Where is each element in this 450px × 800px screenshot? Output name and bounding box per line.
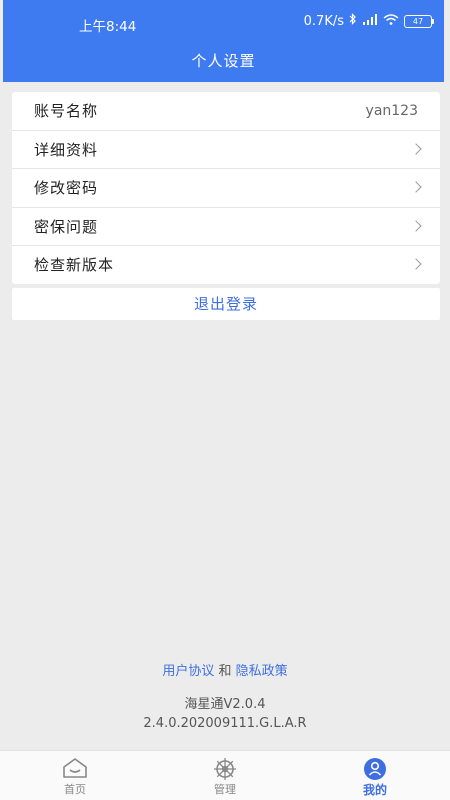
tab-home[interactable]: 首页 bbox=[0, 751, 150, 800]
wifi-icon bbox=[383, 13, 399, 29]
tab-label: 管理 bbox=[214, 783, 236, 796]
user-agreement-link[interactable]: 用户协议 bbox=[162, 664, 214, 679]
logout-button[interactable]: 退出登录 bbox=[12, 288, 440, 320]
header: 上午8:44 0.7K/s 47 个人设置 bbox=[3, 0, 444, 82]
chevron-right-icon bbox=[410, 181, 422, 193]
status-bar: 上午8:44 0.7K/s 47 bbox=[3, 0, 444, 40]
settings-list: 账号名称 yan123 详细资料 修改密码 密保问题 检查新版本 bbox=[12, 92, 440, 284]
status-indicators: 0.7K/s 47 bbox=[303, 13, 434, 29]
settings-label: 修改密码 bbox=[34, 179, 99, 198]
settings-row-check-update[interactable]: 检查新版本 bbox=[12, 246, 440, 284]
settings-row-account-name: 账号名称 yan123 bbox=[12, 92, 440, 131]
battery-icon: 47 bbox=[404, 14, 434, 28]
home-icon bbox=[63, 758, 87, 778]
settings-row-security-question[interactable]: 密保问题 bbox=[12, 208, 440, 246]
chevron-right-icon bbox=[410, 142, 422, 155]
network-speed: 0.7K/s bbox=[303, 13, 344, 29]
build-number: 2.4.0.202009111.G.L.A.R bbox=[143, 716, 307, 731]
legal-links: 用户协议 和 隐私政策 bbox=[0, 660, 450, 679]
settings-label: 密保问题 bbox=[34, 217, 99, 236]
ship-wheel-icon bbox=[214, 758, 236, 780]
tab-mine[interactable]: 我的 bbox=[300, 751, 450, 800]
settings-label: 检查新版本 bbox=[34, 256, 115, 275]
settings-label: 详细资料 bbox=[34, 140, 99, 159]
settings-row-profile-details[interactable]: 详细资料 bbox=[12, 131, 440, 169]
footer-info: 用户协议 和 隐私政策 海星通V2.0.4 2.4.0.202009111.G.… bbox=[0, 660, 450, 731]
settings-row-change-password[interactable]: 修改密码 bbox=[12, 169, 440, 208]
privacy-policy-link[interactable]: 隐私政策 bbox=[236, 664, 288, 679]
phone-screen: 上午8:44 0.7K/s 47 个人设置 账号名称 yan123 详细资料 修… bbox=[0, 0, 450, 800]
page-title: 个人设置 bbox=[191, 52, 256, 70]
status-time: 上午8:44 bbox=[79, 19, 137, 35]
bluetooth-icon bbox=[349, 13, 357, 29]
chevron-right-icon bbox=[410, 258, 422, 270]
settings-label: 账号名称 bbox=[34, 102, 99, 121]
app-version: 海星通V2.0.4 bbox=[184, 697, 266, 712]
account-name-value: yan123 bbox=[365, 102, 418, 119]
tab-label: 首页 bbox=[64, 783, 86, 796]
and-text: 和 bbox=[218, 664, 232, 679]
tab-label: 我的 bbox=[362, 783, 387, 797]
cellular-signal-icon bbox=[362, 13, 378, 29]
tab-bar: 首页 管理 我的 bbox=[0, 750, 450, 800]
tab-manage[interactable]: 管理 bbox=[150, 751, 300, 800]
chevron-right-icon bbox=[410, 219, 422, 232]
user-icon bbox=[364, 758, 386, 780]
